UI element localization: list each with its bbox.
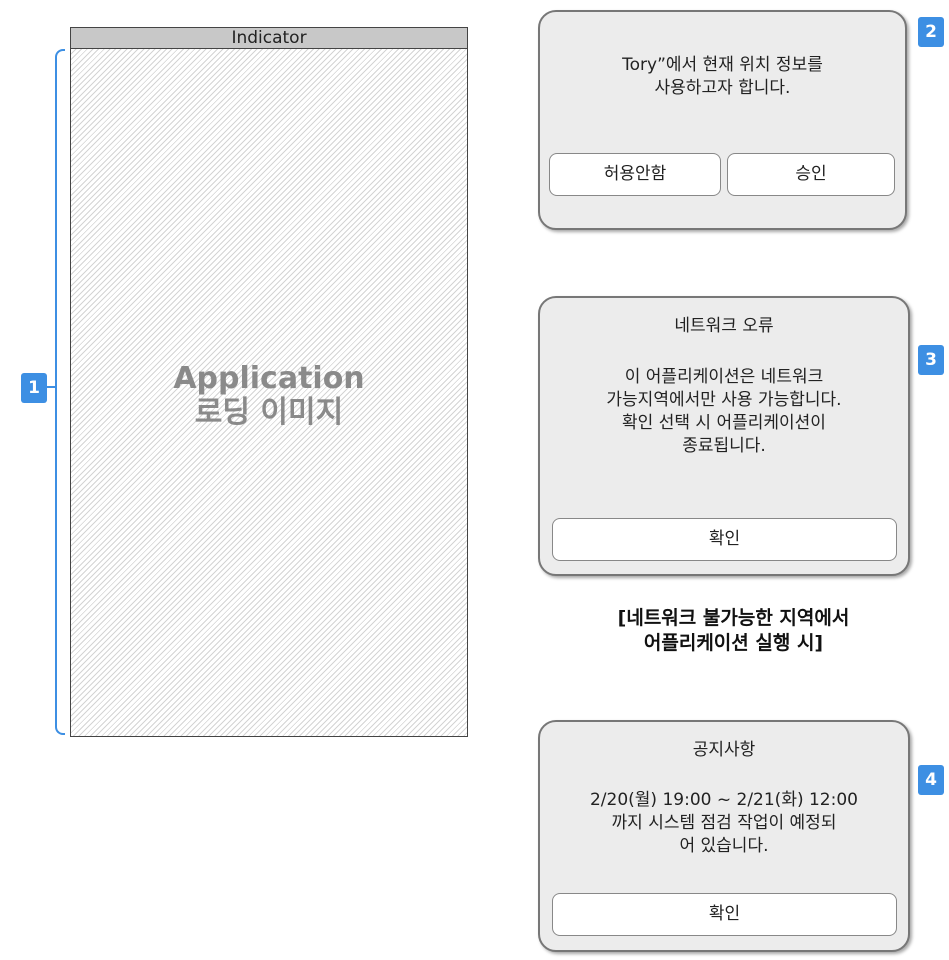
network-error-dialog: 네트워크 오류 이 어플리케이션은 네트워크 가능지역에서만 사용 가능합니다.… — [538, 296, 910, 576]
annotation-badge-1: 1 — [21, 373, 47, 403]
dialog-title: 네트워크 오류 — [674, 316, 774, 336]
dialog-message: Tory”에서 현재 위치 정보를 사용하고자 합니다. — [540, 54, 905, 100]
dialog-message: 2/20(월) 19:00 ~ 2/21(화) 12:00 까지 시스템 점검 … — [540, 789, 908, 858]
caption-line: [네트워크 불가능한 지역에서 — [617, 607, 850, 629]
confirm-button[interactable]: 확인 — [552, 518, 897, 561]
message-line: 사용하고자 합니다. — [654, 78, 791, 98]
scenario-caption: [네트워크 불가능한 지역에서 어플리케이션 실행 시] — [548, 606, 919, 656]
loading-image-label: Application 로딩 이미지 — [71, 362, 467, 430]
message-line: 까지 시스템 점검 작업이 예정되 — [611, 813, 837, 833]
annotation-badge-2: 2 — [918, 17, 944, 47]
message-line: 2/20(월) 19:00 ~ 2/21(화) 12:00 — [589, 790, 858, 810]
location-permission-dialog: Tory”에서 현재 위치 정보를 사용하고자 합니다. 허용안함 승인 — [538, 10, 907, 230]
message-line: 가능지역에서만 사용 가능합니다. — [606, 390, 842, 410]
phone-screen: Indicator Application 로딩 이미지 — [70, 27, 468, 737]
message-line: 어 있습니다. — [679, 836, 769, 856]
dialog-title: 공지사항 — [692, 740, 756, 760]
annotation-badge-4: 4 — [918, 765, 944, 795]
dialog-message: 이 어플리케이션은 네트워크 가능지역에서만 사용 가능합니다. 확인 선택 시… — [540, 366, 908, 458]
message-line: Tory”에서 현재 위치 정보를 — [622, 55, 823, 75]
notice-dialog: 공지사항 2/20(월) 19:00 ~ 2/21(화) 12:00 까지 시스… — [538, 720, 910, 952]
message-line: 종료됩니다. — [682, 436, 766, 456]
confirm-button[interactable]: 확인 — [552, 893, 897, 936]
loading-label-line2: 로딩 이미지 — [194, 395, 344, 430]
indicator-bar: Indicator — [71, 28, 467, 49]
message-line: 확인 선택 시 어플리케이션이 — [622, 413, 826, 433]
bracket-annotation — [55, 49, 65, 735]
message-line: 이 어플리케이션은 네트워크 — [624, 367, 824, 387]
annotation-badge-3: 3 — [918, 345, 944, 375]
loading-label-line1: Application — [173, 361, 365, 396]
caption-line: 어플리케이션 실행 시] — [643, 632, 824, 654]
allow-button[interactable]: 승인 — [727, 153, 895, 196]
bracket-tick — [47, 386, 57, 388]
deny-button[interactable]: 허용안함 — [549, 153, 721, 196]
